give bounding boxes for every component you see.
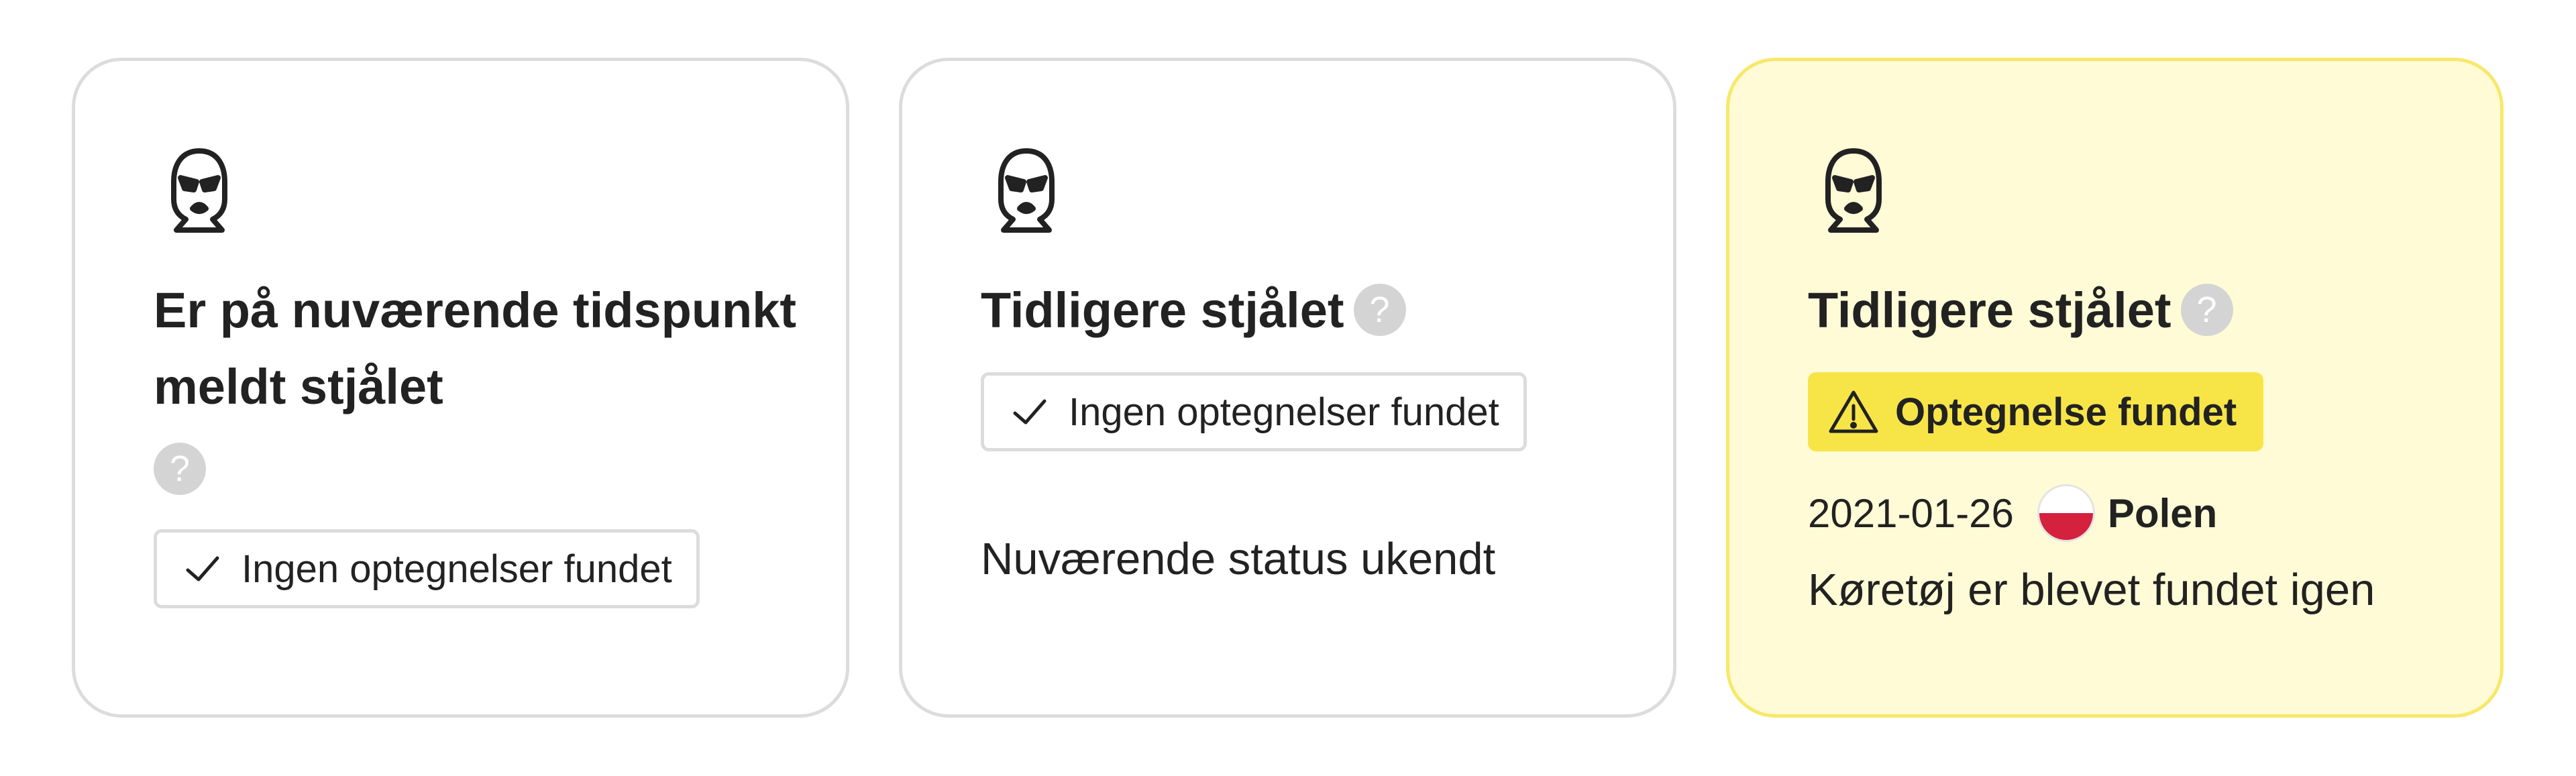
warning-triangle-icon <box>1829 390 1878 433</box>
status-text: Nuværende status ukendt <box>981 534 1496 584</box>
question-mark-icon[interactable]: ? <box>2180 284 2233 337</box>
record-country: Polen <box>2107 490 2218 536</box>
card-title: Tidligere stjålet? <box>981 272 1406 349</box>
chip-label: Ingen optegnelser fundet <box>1069 390 1499 434</box>
record-date: 2021-01-26 <box>1808 490 2014 536</box>
no-records-chip: Ingen optegnelser fundet <box>981 372 1527 451</box>
checkmark-icon <box>1013 399 1046 425</box>
record-found-badge: Optegnelse fundet <box>1808 372 2264 451</box>
previously-stolen-card: Tidligere stjålet? Ingen optegnelser fun… <box>899 58 1676 718</box>
checkmark-icon <box>186 556 219 581</box>
question-mark-icon[interactable]: ? <box>154 443 206 495</box>
question-mark-icon[interactable]: ? <box>1353 284 1406 337</box>
poland-flag-icon <box>2039 486 2093 540</box>
balaclava-icon <box>166 147 233 234</box>
card-title: Er på nuværende tidspunkt meldt stjålet <box>154 272 798 425</box>
currently-stolen-card: Er på nuværende tidspunkt meldt stjålet … <box>72 58 849 718</box>
no-records-chip: Ingen optegnelser fundet <box>154 529 700 608</box>
card-title-text: Tidligere stjålet <box>1808 282 2171 338</box>
card-title-text: Tidligere stjålet <box>981 282 1344 338</box>
balaclava-icon <box>1820 147 1887 234</box>
card-title-text: Er på nuværende tidspunkt meldt stjålet <box>154 282 797 414</box>
previously-stolen-found-card: Tidligere stjålet? Optegnelse fundet 202… <box>1726 58 2504 718</box>
balaclava-icon <box>993 147 1060 234</box>
record-meta: 2021-01-26 Polen <box>1808 486 2217 540</box>
chip-label: Ingen optegnelser fundet <box>241 547 672 591</box>
card-title: Tidligere stjålet? <box>1808 272 2233 349</box>
badge-label: Optegnelse fundet <box>1895 390 2237 434</box>
record-note: Køretøj er blevet fundet igen <box>1808 565 2375 615</box>
